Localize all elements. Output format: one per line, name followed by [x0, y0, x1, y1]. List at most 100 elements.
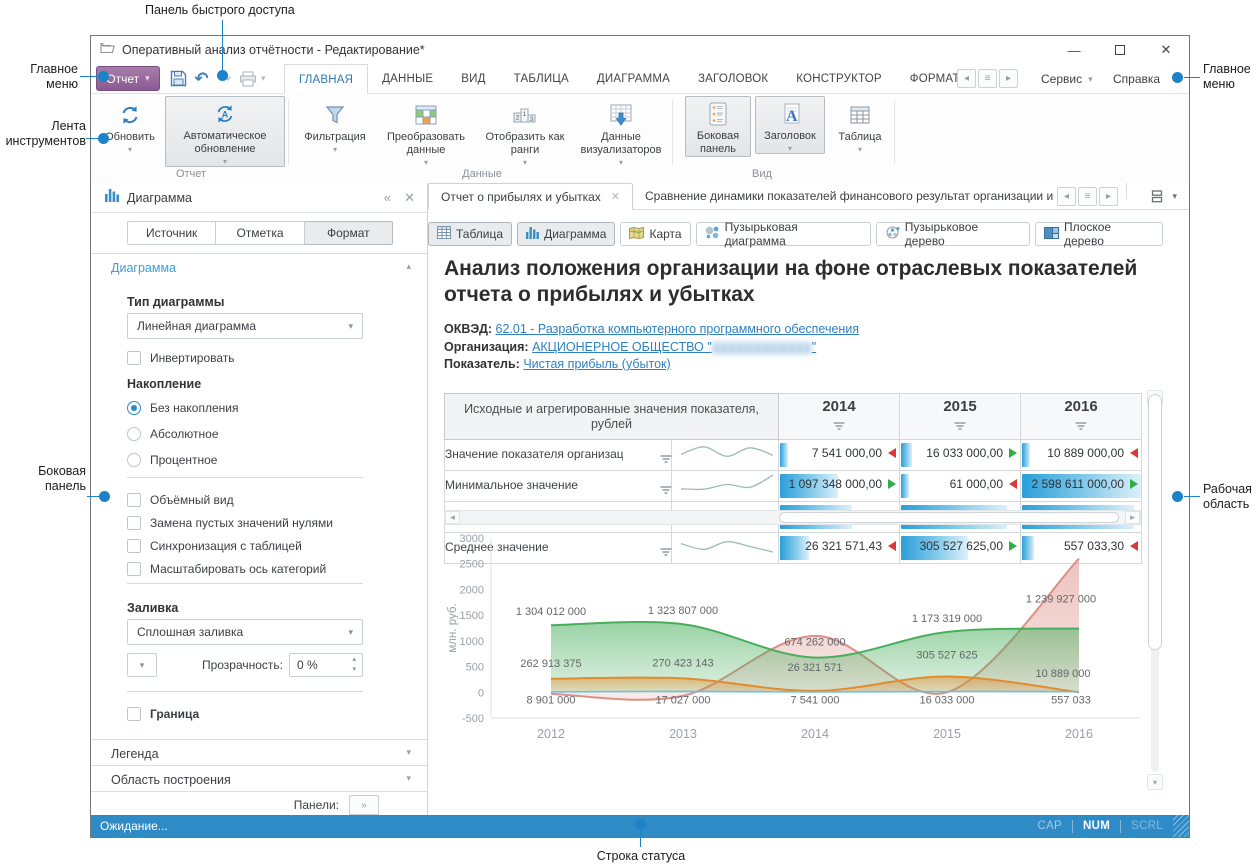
option-checkbox-row[interactable]: Масштабировать ось категорий [127, 560, 326, 578]
chart-type-select[interactable]: Линейная диаграмма ▾ [127, 313, 363, 339]
service-menu[interactable]: Сервис ▾ [1041, 64, 1093, 94]
close-panel-icon[interactable]: ✕ [404, 190, 415, 206]
visualizer-data-button[interactable]: Данные визуализаторов ▾ [575, 97, 667, 168]
filter-icon[interactable] [1076, 422, 1087, 431]
stacking-radio-row[interactable]: Процентное [127, 451, 217, 469]
border-checkbox-row[interactable]: Граница [127, 705, 199, 723]
svg-text:10 889 000: 10 889 000 [1035, 668, 1090, 680]
show-as-ranks-button[interactable]: 213 Отобразить как ранги ▾ [481, 97, 569, 168]
tab-close-icon[interactable]: ✕ [611, 190, 620, 203]
document-tab-active[interactable]: Отчет о прибылях и убытках ✕ [428, 183, 633, 210]
view-button-table-view[interactable]: Таблица [428, 222, 512, 246]
sidebar-tab-3[interactable]: Формат [305, 221, 393, 245]
checkbox[interactable] [127, 562, 141, 576]
table-row[interactable]: Значение показателя организации7 541 000… [445, 440, 1142, 471]
print-button[interactable] [236, 67, 259, 90]
section-chart[interactable]: Диаграмма ▴ [91, 253, 427, 275]
ribbon-tab-4[interactable]: ТАБЛИЦА [500, 64, 583, 94]
border-checkbox[interactable] [127, 707, 141, 721]
checkbox[interactable] [127, 493, 141, 507]
section-legend[interactable]: Легенда ▾ [91, 739, 427, 761]
view-button-flat-tree[interactable]: Плоское дерево [1035, 222, 1163, 246]
nav-next-icon[interactable]: ▸ [1099, 187, 1118, 206]
radio-button[interactable] [127, 401, 141, 415]
meta-link[interactable]: АКЦИОНЕРНОЕ ОБЩЕСТВО "ХХХХХХХХХХХХ" [532, 340, 816, 354]
maximize-button[interactable] [1097, 36, 1143, 64]
side-panel-button[interactable]: Боковая панель [685, 96, 751, 157]
collapse-panel-icon[interactable]: « [384, 190, 391, 205]
year-column-header[interactable]: 2015 [900, 394, 1021, 440]
filter-icon[interactable] [834, 422, 845, 431]
checkbox[interactable] [127, 516, 141, 530]
horizontal-scrollbar[interactable]: ◂ ▸ [444, 510, 1141, 525]
maximize-icon [1115, 45, 1125, 55]
value-cell: 2 598 611 000,00 [1021, 471, 1142, 502]
undo-button[interactable]: ↶ [190, 67, 213, 90]
view-button-bubble-chart[interactable]: Пузырьковая диаграмма [696, 222, 871, 246]
invert-checkbox-row[interactable]: Инвертировать [127, 349, 235, 367]
year-column-header[interactable]: 2016 [1021, 394, 1142, 440]
scrollbar-thumb[interactable] [779, 512, 1120, 523]
filter-icon[interactable] [660, 455, 671, 464]
document-tab[interactable]: Сравнение динамики показателей финансово… [633, 183, 1053, 209]
view-button-map-view[interactable]: Карта [620, 222, 690, 246]
view-button-chart-view[interactable]: Диаграмма [517, 222, 615, 246]
meta-link[interactable]: 62.01 - Разработка компьютерного програм… [496, 322, 860, 336]
option-checkbox-row[interactable]: Объёмный вид [127, 491, 234, 509]
ribbon-tab-6[interactable]: ЗАГОЛОВОК [684, 64, 782, 94]
stacking-radio-row[interactable]: Без накопления [127, 399, 238, 417]
option-checkbox-row[interactable]: Замена пустых значений нулями [127, 514, 333, 532]
scroll-right-icon[interactable]: ▸ [1125, 511, 1140, 524]
window-layout-button[interactable]: ▾ [1150, 183, 1189, 209]
nav-menu-icon[interactable]: ≡ [978, 69, 997, 88]
transform-data-button[interactable]: Преобразовать данные ▾ [377, 97, 475, 168]
refresh-button[interactable]: Обновить ▾ [99, 97, 161, 155]
ribbon-tab-1[interactable]: ГЛАВНАЯ [284, 64, 368, 95]
year-column-header[interactable]: 2014 [779, 394, 900, 440]
ribbon-tab-3[interactable]: ВИД [447, 64, 499, 94]
menu-row: Отчет ▾ ↶ ↷ ▾ ГЛАВНАЯДАННЫЕВИДТАБЛИЦАДИА… [91, 64, 1189, 94]
nav-next-icon[interactable]: ▸ [999, 69, 1018, 88]
sidebar-tab-1[interactable]: Источник [127, 221, 216, 245]
scroll-left-icon[interactable]: ◂ [445, 511, 460, 524]
table-row[interactable]: Минимальное значение1 097 348 000,0061 0… [445, 471, 1142, 502]
resize-grip[interactable] [1173, 815, 1189, 837]
sidebar-tab-2[interactable]: Отметка [216, 221, 304, 245]
ribbon-tab-nav: ◂ ≡ ▸ [957, 69, 1018, 88]
ribbon-tab-7[interactable]: КОНСТРУКТОР [782, 64, 896, 94]
spin-up-icon[interactable]: ▴ [352, 657, 356, 663]
auto-refresh-button[interactable]: A Автоматическое обновление ▾ [165, 96, 285, 167]
filter-icon[interactable] [955, 422, 966, 431]
ribbon-tab-5[interactable]: ДИАГРАММА [583, 64, 684, 94]
invert-checkbox[interactable] [127, 351, 141, 365]
fill-color-dropdown[interactable]: ▾ [127, 653, 157, 677]
fill-select[interactable]: Сплошная заливка ▾ [127, 619, 363, 645]
svg-text:557 033: 557 033 [1051, 694, 1091, 706]
nav-prev-icon[interactable]: ◂ [957, 69, 976, 88]
minimize-button[interactable]: — [1051, 36, 1097, 64]
table-button[interactable]: Таблица ▾ [831, 97, 889, 155]
radio-button[interactable] [127, 453, 141, 467]
scroll-down-icon[interactable]: ▾ [1147, 774, 1163, 790]
transparency-stepper[interactable]: 0 % ▴ ▾ [289, 653, 363, 677]
section-plot-area[interactable]: Область построения ▾ [91, 765, 427, 787]
spin-down-icon[interactable]: ▾ [352, 667, 356, 673]
ribbon-tab-2[interactable]: ДАННЫЕ [368, 64, 447, 94]
checkbox[interactable] [127, 539, 141, 553]
filter-icon[interactable] [660, 486, 671, 495]
filter-button[interactable]: Фильтрация ▾ [299, 97, 371, 155]
nav-menu-icon[interactable]: ≡ [1078, 187, 1097, 206]
scrollbar-thumb[interactable] [1148, 394, 1162, 650]
stacking-radio-row[interactable]: Абсолютное [127, 425, 219, 443]
nav-prev-icon[interactable]: ◂ [1057, 187, 1076, 206]
save-button[interactable] [167, 67, 190, 90]
meta-link[interactable]: Чистая прибыль (убыток) [523, 357, 670, 371]
view-button-bubble-tree[interactable]: Пузырьковое дерево [876, 222, 1030, 246]
option-checkbox-row[interactable]: Синхронизация с таблицей [127, 537, 302, 555]
help-menu[interactable]: Справка [1113, 64, 1160, 94]
title-button[interactable]: A Заголовок ▾ [755, 96, 825, 154]
panels-expand-button[interactable]: » [349, 795, 379, 815]
radio-button[interactable] [127, 427, 141, 441]
vertical-scrollbar[interactable]: ▴ ▾ [1147, 390, 1163, 790]
close-button[interactable]: ✕ [1143, 36, 1189, 64]
